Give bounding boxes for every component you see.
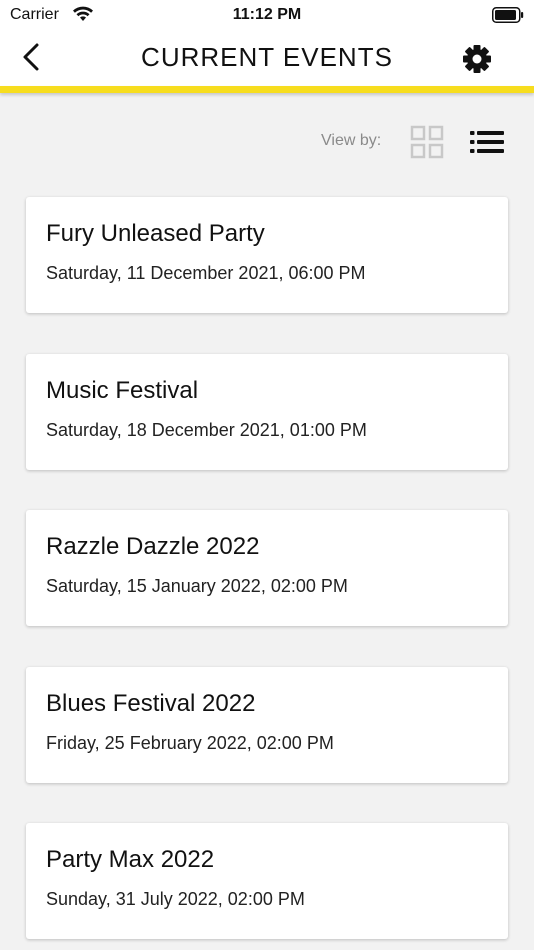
event-card[interactable]: Razzle Dazzle 2022 Saturday, 15 January … xyxy=(26,510,508,626)
event-card[interactable]: Fury Unleased Party Saturday, 11 Decembe… xyxy=(26,197,508,313)
list-view-button[interactable] xyxy=(469,128,505,156)
view-by-label: View by: xyxy=(321,132,382,149)
event-card[interactable]: Party Max 2022 Sunday, 31 July 2022, 02:… xyxy=(26,823,508,939)
grid-view-icon xyxy=(410,125,444,159)
event-title: Fury Unleased Party xyxy=(46,220,265,247)
gear-icon xyxy=(463,45,491,73)
event-date: Sunday, 31 July 2022, 02:00 PM xyxy=(46,889,305,909)
page-title: CURRENT EVENTS xyxy=(141,42,393,72)
status-bar: Carrier 11:12 PM xyxy=(0,0,534,30)
event-date: Saturday, 15 January 2022, 02:00 PM xyxy=(46,576,348,596)
nav-bar: CURRENT EVENTS xyxy=(0,30,534,86)
event-date: Saturday, 18 December 2021, 01:00 PM xyxy=(46,419,367,440)
event-title: Music Festival xyxy=(46,376,199,404)
event-title: Razzle Dazzle 2022 xyxy=(46,533,260,560)
event-title: Blues Festival 2022 xyxy=(46,689,256,717)
event-list: Fury Unleased Party Saturday, 11 Decembe… xyxy=(26,197,508,950)
event-date: Friday, 25 February 2022, 02:00 PM xyxy=(46,732,334,753)
grid-view-button[interactable] xyxy=(410,125,444,159)
event-card[interactable]: Music Festival Saturday, 18 December 202… xyxy=(26,353,508,470)
clock: 11:12 PM xyxy=(232,6,302,23)
list-view-icon xyxy=(470,131,504,153)
header-accent-line xyxy=(0,86,534,93)
event-date: Saturday, 11 December 2021, 06:00 PM xyxy=(46,263,366,283)
event-title: Party Max 2022 xyxy=(46,846,215,873)
settings-button[interactable] xyxy=(460,42,494,76)
event-card[interactable]: Blues Festival 2022 Friday, 25 February … xyxy=(26,666,508,783)
events-screen: Carrier 11:12 PM CURRENT EVENTS View by:… xyxy=(0,0,534,950)
battery-icon xyxy=(492,7,524,23)
